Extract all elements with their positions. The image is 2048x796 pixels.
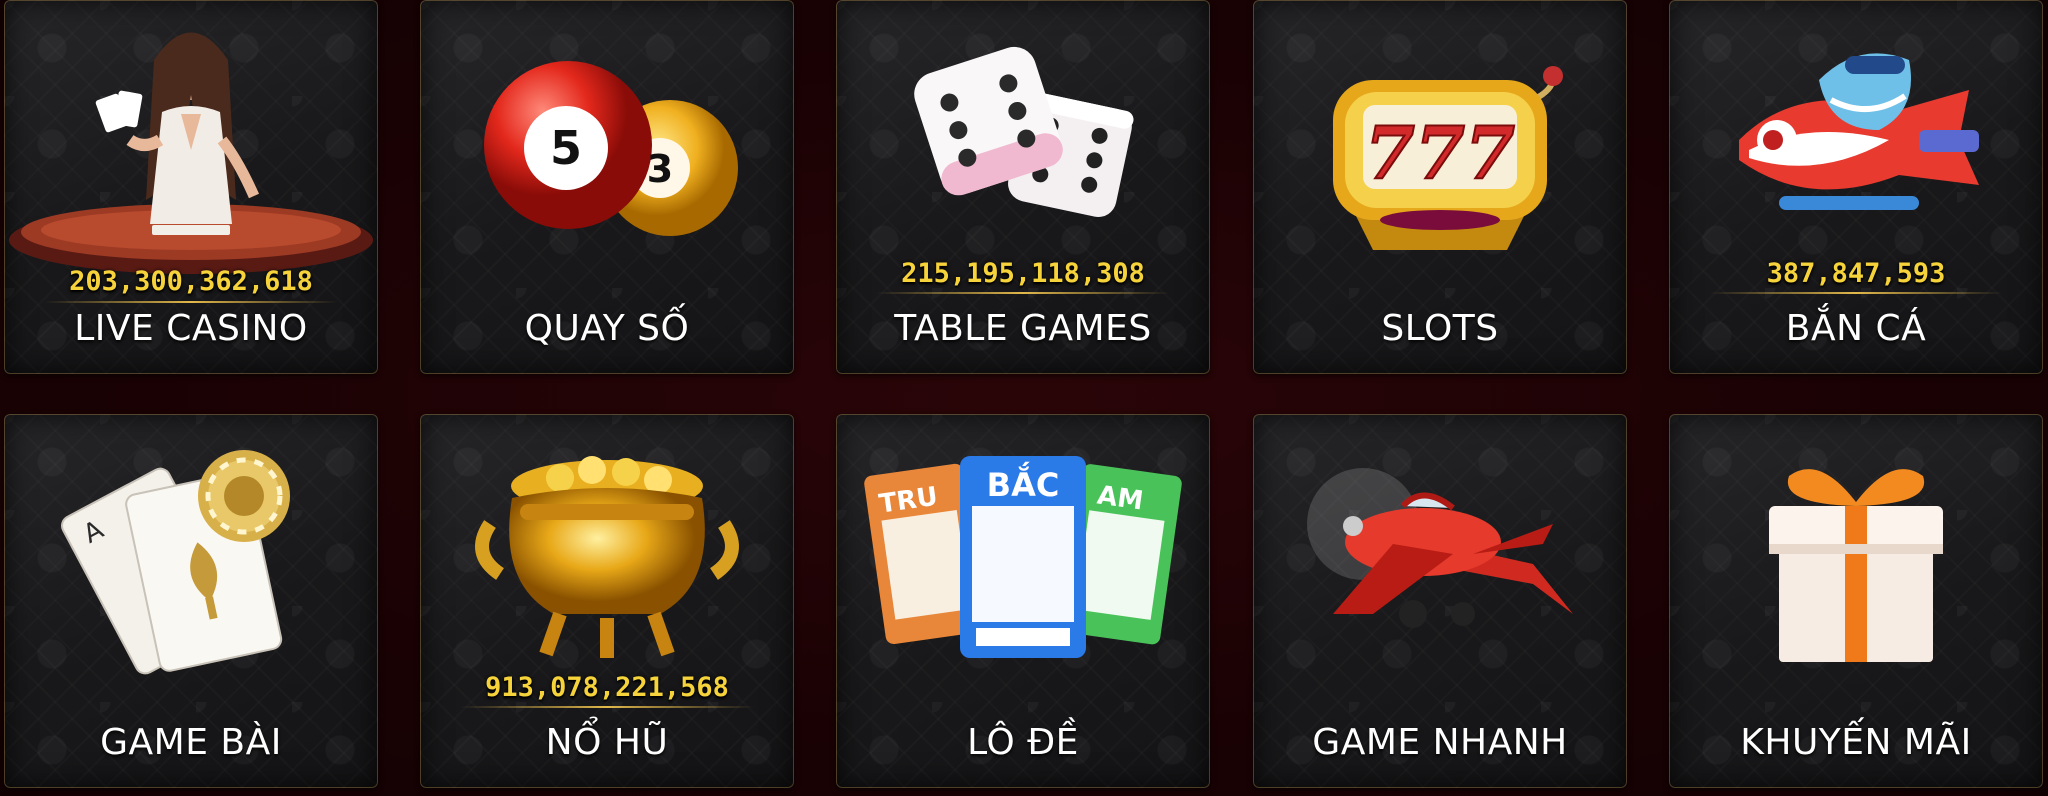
category-label: BẮN CÁ <box>1785 308 1927 349</box>
gold-pot-icon <box>420 414 794 714</box>
jackpot-counter: 215,195,118,308 <box>901 258 1145 289</box>
category-tile-live-casino[interactable]: 203,300,362,618 LIVE CASINO <box>4 0 378 374</box>
slot-777-text: 777 <box>1365 110 1515 195</box>
lottery-tickets-icon: TRU AM BẮC <box>836 414 1210 714</box>
category-label: QUAY SỐ <box>524 308 690 349</box>
category-label: LÔ ĐỀ <box>967 722 1079 763</box>
category-label: KHUYẾN MÃI <box>1740 722 1972 763</box>
airplane-icon <box>1253 414 1627 714</box>
category-tile-table-games[interactable]: 215,195,118,308 TABLE GAMES <box>836 0 1210 374</box>
lottery-balls-icon: 5 3 <box>420 0 794 300</box>
category-label: GAME NHANH <box>1312 722 1568 763</box>
category-label: LIVE CASINO <box>74 308 308 349</box>
live-dealer-icon <box>4 0 378 300</box>
jackpot-underline <box>1709 292 2003 294</box>
gift-box-icon <box>1669 414 2043 714</box>
jackpot-underline <box>460 706 754 708</box>
playing-cards-icon: A <box>4 414 378 714</box>
fish-shooter-icon <box>1669 0 2043 300</box>
slot-machine-icon: 777 <box>1253 0 1627 300</box>
category-label: NỔ HŨ <box>545 722 669 763</box>
game-category-grid: 203,300,362,618 LIVE CASINO 5 3 QUAY SỐ <box>0 0 2048 796</box>
category-tile-no-hu[interactable]: 913,078,221,568 NỔ HŨ <box>420 414 794 788</box>
jackpot-counter: 203,300,362,618 <box>69 266 313 297</box>
category-tile-khuyen-mai[interactable]: KHUYẾN MÃI <box>1669 414 2043 788</box>
category-tile-ban-ca[interactable]: 387,847,593 BẮN CÁ <box>1669 0 2043 374</box>
ball-number-3: 3 <box>647 147 673 191</box>
category-tile-lo-de[interactable]: TRU AM BẮC LÔ ĐỀ <box>836 414 1210 788</box>
category-tile-quay-so[interactable]: 5 3 QUAY SỐ <box>420 0 794 374</box>
ticket-label-nam: AM <box>1095 480 1145 516</box>
category-tile-slots[interactable]: 777 SLOTS <box>1253 0 1627 374</box>
ticket-label-bac: BẮC <box>987 462 1060 504</box>
ball-number-5: 5 <box>550 121 582 175</box>
category-tile-game-nhanh[interactable]: GAME NHANH <box>1253 414 1627 788</box>
category-tile-game-bai[interactable]: A GAME BÀI <box>4 414 378 788</box>
jackpot-counter: 387,847,593 <box>1766 258 1946 289</box>
dice-icon <box>836 0 1210 300</box>
jackpot-counter: 913,078,221,568 <box>485 672 729 703</box>
jackpot-underline <box>44 301 338 303</box>
jackpot-underline <box>876 292 1170 294</box>
category-label: TABLE GAMES <box>894 308 1152 349</box>
category-label: GAME BÀI <box>100 722 282 763</box>
category-label: SLOTS <box>1381 308 1499 349</box>
